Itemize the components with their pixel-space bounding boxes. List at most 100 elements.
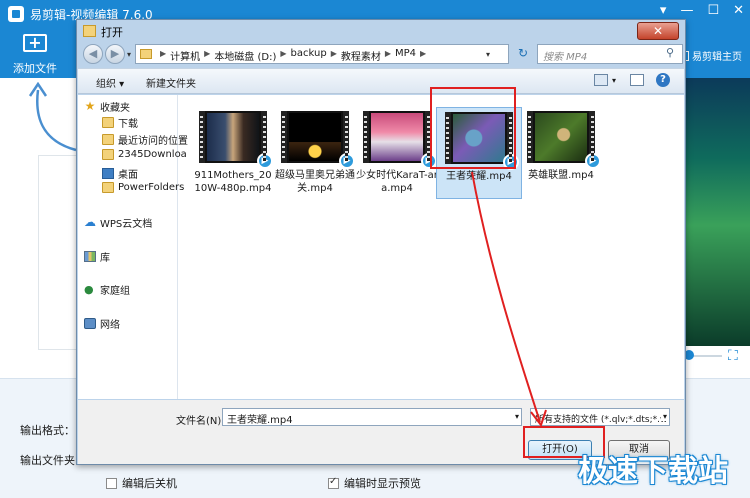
sidebar-item-label: WPS云文档 xyxy=(100,219,153,230)
new-folder-button[interactable]: 新建文件夹 xyxy=(146,75,196,90)
breadcrumb: ▶ 计算机 ▶ 本地磁盘 (D:) ▶ backup ▶ 教程素材 ▶ MP4 … xyxy=(160,48,426,63)
sidebar-item-wps[interactable]: ☁ WPS云文档 xyxy=(84,215,152,230)
refresh-icon[interactable]: ↻ xyxy=(513,44,533,64)
sidebar-item-network[interactable]: 网络 xyxy=(84,316,120,331)
minimize-icon[interactable]: — xyxy=(680,3,693,18)
sidebar-item-desktop[interactable]: 桌面 xyxy=(102,166,138,181)
video-thumbnail: ▶ xyxy=(527,111,601,169)
folder-icon xyxy=(140,49,152,59)
filename-input[interactable]: 王者荣耀.mp4 ▾ xyxy=(222,408,522,426)
thumbnail-image xyxy=(535,113,587,161)
chevron-right-icon[interactable]: ▶ xyxy=(204,48,210,63)
menu-icon[interactable]: ▾ xyxy=(660,3,667,18)
chevron-right-icon[interactable]: ▶ xyxy=(331,48,337,63)
sidebar-item-favorites[interactable]: ★ 收藏夹 xyxy=(84,99,130,114)
file-item[interactable]: ▶ 少女时代KaraT-ara.mp4 xyxy=(354,107,440,199)
dialog-close-button[interactable]: ✕ xyxy=(637,22,679,40)
chevron-right-icon[interactable]: ▶ xyxy=(420,48,426,63)
dialog-titlebar: 打开 ✕ xyxy=(77,20,685,42)
sidebar-item-label: 家庭组 xyxy=(100,286,130,297)
sidebar-item-label: 下载 xyxy=(118,119,138,130)
video-preview xyxy=(686,78,750,346)
video-file-icon: ▶ xyxy=(257,153,273,169)
address-row: ◀ ▶ ▾ ▶ 计算机 ▶ 本地磁盘 (D:) ▶ backup ▶ 教程素材 … xyxy=(83,42,683,68)
fullscreen-icon[interactable]: ⛶ xyxy=(728,349,742,363)
sidebar-item-label: 网络 xyxy=(100,320,120,331)
file-name: 王者荣耀.mp4 xyxy=(446,171,512,182)
app-logo-icon xyxy=(8,6,24,22)
video-file-icon: ▶ xyxy=(339,153,355,169)
chevron-down-icon[interactable]: ▾ xyxy=(515,412,519,421)
volume-slider-track[interactable] xyxy=(690,355,722,357)
video-thumbnail: ▶ xyxy=(281,111,355,169)
sidebar-item-homegroup[interactable]: ● 家庭组 xyxy=(84,282,130,297)
sidebar-item-label: 桌面 xyxy=(118,170,138,181)
thumbnail-image xyxy=(207,113,259,161)
breadcrumb-item[interactable]: 教程素材 xyxy=(341,48,381,63)
file-item[interactable]: ▶ 超级马里奥兄弟通关.mp4 xyxy=(272,107,358,199)
output-folder-label: 输出文件夹 xyxy=(20,454,75,467)
chevron-right-icon[interactable]: ▶ xyxy=(385,48,391,63)
dialog-title: 打开 xyxy=(101,26,123,39)
folder-icon xyxy=(102,182,114,193)
preview-pane-icon[interactable] xyxy=(630,74,644,86)
sidebar-item-label: 库 xyxy=(100,253,110,264)
sidebar-item-recent[interactable]: 最近访问的位置 xyxy=(102,132,188,147)
sidebar-item-label: PowerFolders xyxy=(118,182,185,193)
filename-label: 文件名(N): xyxy=(176,416,225,427)
view-dropdown-icon[interactable]: ▾ xyxy=(612,76,616,85)
sidebar-item-downloads[interactable]: 下载 xyxy=(102,115,138,130)
view-options-icon[interactable] xyxy=(594,74,608,86)
window-controls: ▾ — ☐ ✕ xyxy=(660,3,744,18)
history-dropdown-icon[interactable]: ▾ xyxy=(127,50,131,59)
help-icon[interactable]: ? xyxy=(656,73,670,87)
sidebar-item-powerfolders[interactable]: PowerFolders xyxy=(102,182,184,193)
network-icon xyxy=(84,318,96,329)
file-item[interactable]: ▶ 911Mothers_2010W-480p.mp4 xyxy=(190,107,276,199)
shutdown-checkbox-label: 编辑后关机 xyxy=(122,477,177,490)
breadcrumb-item[interactable]: 本地磁盘 (D:) xyxy=(214,48,276,63)
back-button[interactable]: ◀ xyxy=(83,44,103,64)
folder-icon xyxy=(102,149,114,160)
breadcrumb-item[interactable]: backup xyxy=(291,48,327,63)
filename-value: 王者荣耀.mp4 xyxy=(227,415,293,426)
filetype-select[interactable]: 所有支持的文件 (*.qlv;*.dts;*.w ▾ xyxy=(530,408,670,426)
preview-checkbox[interactable]: 编辑时显示预览 xyxy=(328,475,421,491)
star-icon: ★ xyxy=(84,99,96,113)
breadcrumb-item[interactable]: 计算机 xyxy=(170,48,200,63)
library-icon xyxy=(84,251,96,262)
chevron-right-icon[interactable]: ▶ xyxy=(280,48,286,63)
file-item[interactable]: ▶ 英雄联盟.mp4 xyxy=(518,107,604,199)
add-file-icon: + xyxy=(23,34,47,52)
forward-button[interactable]: ▶ xyxy=(105,44,125,64)
chevron-down-icon[interactable]: ▾ xyxy=(660,412,667,421)
preview-checkbox-box[interactable] xyxy=(328,476,339,489)
shutdown-checkbox-box[interactable] xyxy=(106,477,117,489)
download-folder-icon xyxy=(102,117,114,128)
open-file-dialog: 打开 ✕ ◀ ▶ ▾ ▶ 计算机 ▶ 本地磁盘 (D:) ▶ backup ▶ … xyxy=(76,19,686,465)
breadcrumb-item[interactable]: MP4 xyxy=(395,48,416,63)
add-file-button[interactable]: + 添加文件 xyxy=(6,34,64,78)
organize-menu[interactable]: 组织 ▾ xyxy=(96,75,124,90)
search-icon[interactable]: ⚲ xyxy=(666,47,678,59)
thumbnail-image xyxy=(289,113,341,161)
close-icon[interactable]: ✕ xyxy=(733,3,744,18)
address-dropdown-icon[interactable]: ▾ xyxy=(486,50,490,59)
shutdown-checkbox[interactable]: 编辑后关机 xyxy=(106,475,177,491)
file-name: 超级马里奥兄弟通关.mp4 xyxy=(275,170,355,194)
recent-places-icon xyxy=(102,134,114,145)
file-name: 911Mothers_2010W-480p.mp4 xyxy=(194,170,272,194)
search-input[interactable]: 搜索 MP4 ⚲ xyxy=(537,44,683,64)
video-thumbnail: ▶ xyxy=(363,111,437,169)
filetype-value: 所有支持的文件 (*.qlv;*.dts;*.w xyxy=(535,415,668,425)
address-bar[interactable]: ▶ 计算机 ▶ 本地磁盘 (D:) ▶ backup ▶ 教程素材 ▶ MP4 … xyxy=(135,44,509,64)
chevron-right-icon: ▶ xyxy=(160,49,167,58)
file-name: 少女时代KaraT-ara.mp4 xyxy=(356,170,438,194)
sidebar-item-2345download[interactable]: 2345Downloa xyxy=(102,149,187,160)
homepage-link[interactable]: 易剪辑主页 xyxy=(679,48,742,63)
annotation-highlight-file xyxy=(430,87,516,169)
watermark-text: 极速下载站 xyxy=(578,454,728,489)
sidebar-item-library[interactable]: 库 xyxy=(84,249,110,264)
maximize-icon[interactable]: ☐ xyxy=(707,3,719,18)
thumbnail-image xyxy=(371,113,423,161)
